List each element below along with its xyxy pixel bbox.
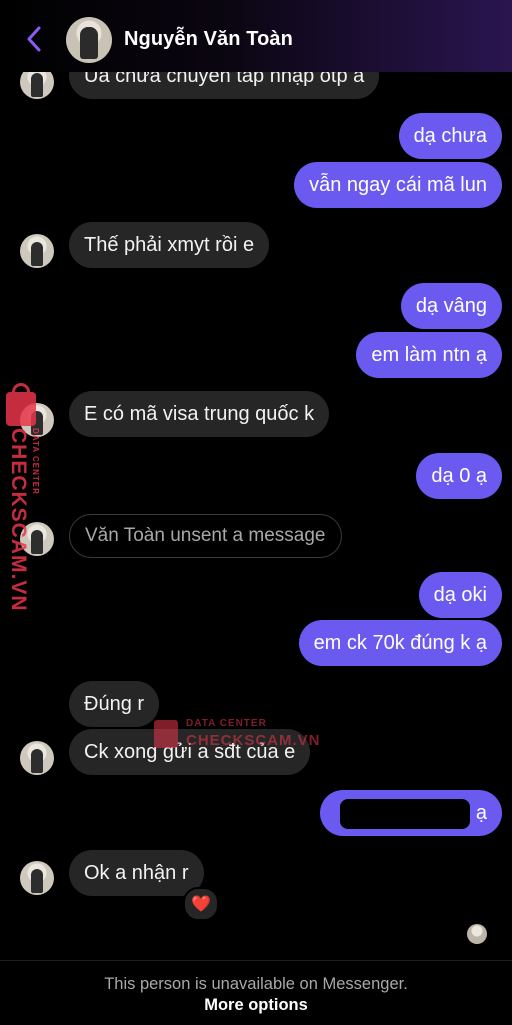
redaction-mark (340, 799, 470, 829)
watermark-tagline: DATA CENTER (186, 718, 267, 729)
outgoing-message[interactable]: em ck 70k đúng k ạ (298, 620, 502, 666)
incoming-message[interactable]: Ck xong gửi a sđt của e (69, 729, 311, 775)
outgoing-message[interactable]: dạ chưa (398, 113, 502, 159)
unavailable-footer: This person is unavailable on Messenger.… (0, 960, 512, 1025)
chat-header: Nguyễn Văn Toàn (0, 0, 512, 72)
incoming-message[interactable]: Thế phải xmyt rồi e (69, 222, 270, 268)
outgoing-message[interactable]: dạ vâng (400, 283, 502, 329)
sender-avatar[interactable] (20, 403, 54, 437)
incoming-message[interactable]: Đúng r (69, 681, 160, 727)
unavailable-status: This person is unavailable on Messenger. (104, 975, 408, 993)
contact-avatar[interactable] (66, 17, 112, 63)
incoming-message[interactable]: E có mã visa trung quốc k (69, 391, 330, 437)
more-options-link[interactable]: More options (0, 996, 512, 1015)
contact-name[interactable]: Nguyễn Văn Toàn (124, 28, 293, 51)
outgoing-message[interactable]: em làm ntn ạ (356, 332, 502, 378)
watermark-brand: CHECKSCAM.VN (7, 428, 30, 612)
seen-avatar (467, 924, 487, 944)
heart-reaction-icon[interactable]: ❤️ (183, 887, 219, 921)
outgoing-message[interactable]: dạ oki (418, 572, 502, 618)
incoming-message[interactable]: Ok a nhận r (69, 850, 204, 896)
outgoing-message[interactable]: dạ 0 ạ (416, 453, 502, 499)
chevron-left-icon (27, 26, 41, 52)
unsent-message-notice: Văn Toàn unsent a message (69, 514, 342, 558)
sender-avatar[interactable] (20, 861, 54, 895)
sender-avatar[interactable] (20, 741, 54, 775)
sender-avatar[interactable] (20, 234, 54, 268)
outgoing-message[interactable]: vẫn ngay cái mã lun (294, 162, 502, 208)
watermark-tagline: DATA CENTER (31, 428, 40, 495)
sender-avatar[interactable] (20, 522, 54, 556)
back-button[interactable] (22, 24, 46, 54)
